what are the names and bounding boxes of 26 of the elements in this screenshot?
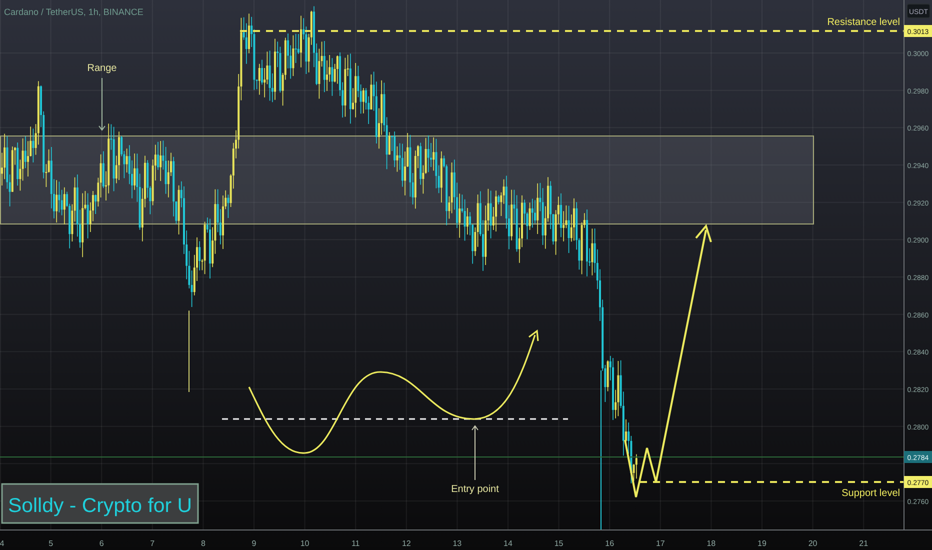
pointer-arrow (472, 425, 478, 480)
signature-label: Solldy - Crypto for U (1, 483, 199, 524)
resistance-label: Resistance level (827, 17, 900, 28)
pointer-arrow (98, 78, 106, 131)
time-tick: 4 (0, 539, 4, 548)
time-tick: 5 (48, 539, 54, 548)
time-tick: 10 (300, 539, 310, 548)
time-tick: 13 (452, 539, 462, 548)
time-tick: 7 (150, 539, 155, 548)
time-tick: 6 (99, 539, 104, 548)
time-tick: 14 (504, 539, 512, 548)
chart-title: Cardano / TetherUS, 1h, BINANCE (4, 7, 144, 17)
range-label: Range (87, 63, 117, 74)
time-tick: 15 (554, 539, 564, 548)
time-tick: 16 (605, 539, 614, 548)
time-tick: 20 (808, 539, 818, 548)
time-tick: 11 (351, 539, 360, 548)
time-tick: 9 (252, 539, 256, 548)
time-tick: 21 (859, 539, 868, 548)
time-tick: 8 (200, 539, 206, 548)
time-tick: 18 (706, 539, 716, 548)
support-label: Support level (842, 488, 900, 499)
entry-label: Entry point (451, 484, 499, 495)
time-tick: 19 (758, 539, 766, 548)
time-tick: 12 (402, 539, 411, 548)
time-tick: 17 (656, 539, 665, 548)
